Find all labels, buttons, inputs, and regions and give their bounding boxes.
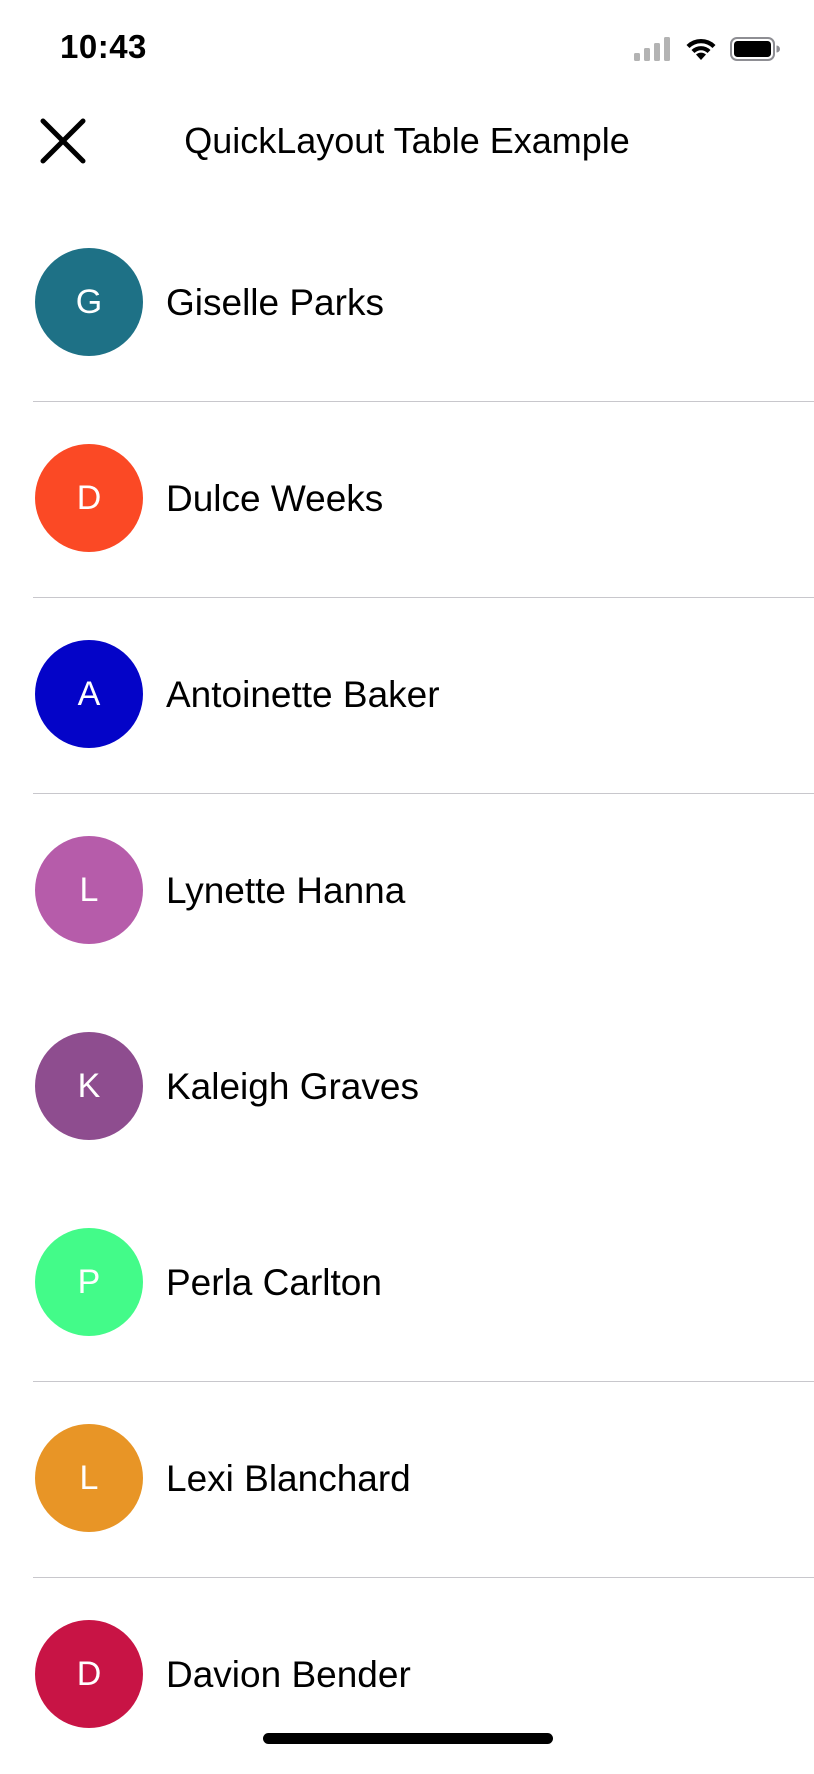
contact-row[interactable]: G Giselle Parks bbox=[0, 206, 814, 402]
contact-row[interactable]: D Dulce Weeks bbox=[0, 402, 814, 598]
page-title: QuickLayout Table Example bbox=[184, 120, 630, 161]
status-icons bbox=[634, 34, 780, 64]
avatar: G bbox=[35, 248, 143, 356]
avatar: P bbox=[35, 1228, 143, 1336]
contact-name: Dulce Weeks bbox=[166, 478, 384, 519]
contact-list: G Giselle Parks D Dulce Weeks A Antoinette Ba… bbox=[0, 206, 814, 1774]
contact-row[interactable]: L Lynette Hanna bbox=[0, 794, 814, 990]
home-indicator[interactable] bbox=[263, 1733, 553, 1744]
battery-icon bbox=[730, 37, 780, 61]
contact-name: Antoinette Baker bbox=[166, 674, 440, 715]
wifi-icon bbox=[686, 38, 716, 60]
cellular-signal-icon bbox=[634, 37, 670, 61]
avatar: L bbox=[35, 836, 143, 944]
contact-name: Kaleigh Graves bbox=[166, 1066, 419, 1107]
contact-name: Perla Carlton bbox=[166, 1262, 382, 1303]
contact-name: Lynette Hanna bbox=[166, 870, 406, 911]
avatar: L bbox=[35, 1424, 143, 1532]
status-bar: 10:43 bbox=[0, 0, 814, 100]
avatar: K bbox=[35, 1032, 143, 1140]
status-time: 10:43 bbox=[60, 28, 147, 65]
contact-name: Lexi Blanchard bbox=[166, 1458, 411, 1499]
avatar: A bbox=[35, 640, 143, 748]
contact-row[interactable]: K Kaleigh Graves bbox=[0, 990, 814, 1186]
navigation-bar: QuickLayout Table Example bbox=[0, 100, 814, 186]
contact-row[interactable]: D Davion Bender bbox=[0, 1578, 814, 1774]
contact-row[interactable]: L Lexi Blanchard bbox=[0, 1382, 814, 1578]
contact-name: Davion Bender bbox=[166, 1654, 411, 1695]
contact-row[interactable]: A Antoinette Baker bbox=[0, 598, 814, 794]
contact-row[interactable]: P Perla Carlton bbox=[0, 1186, 814, 1382]
avatar: D bbox=[35, 444, 143, 552]
avatar: D bbox=[35, 1620, 143, 1728]
contact-name: Giselle Parks bbox=[166, 282, 384, 323]
